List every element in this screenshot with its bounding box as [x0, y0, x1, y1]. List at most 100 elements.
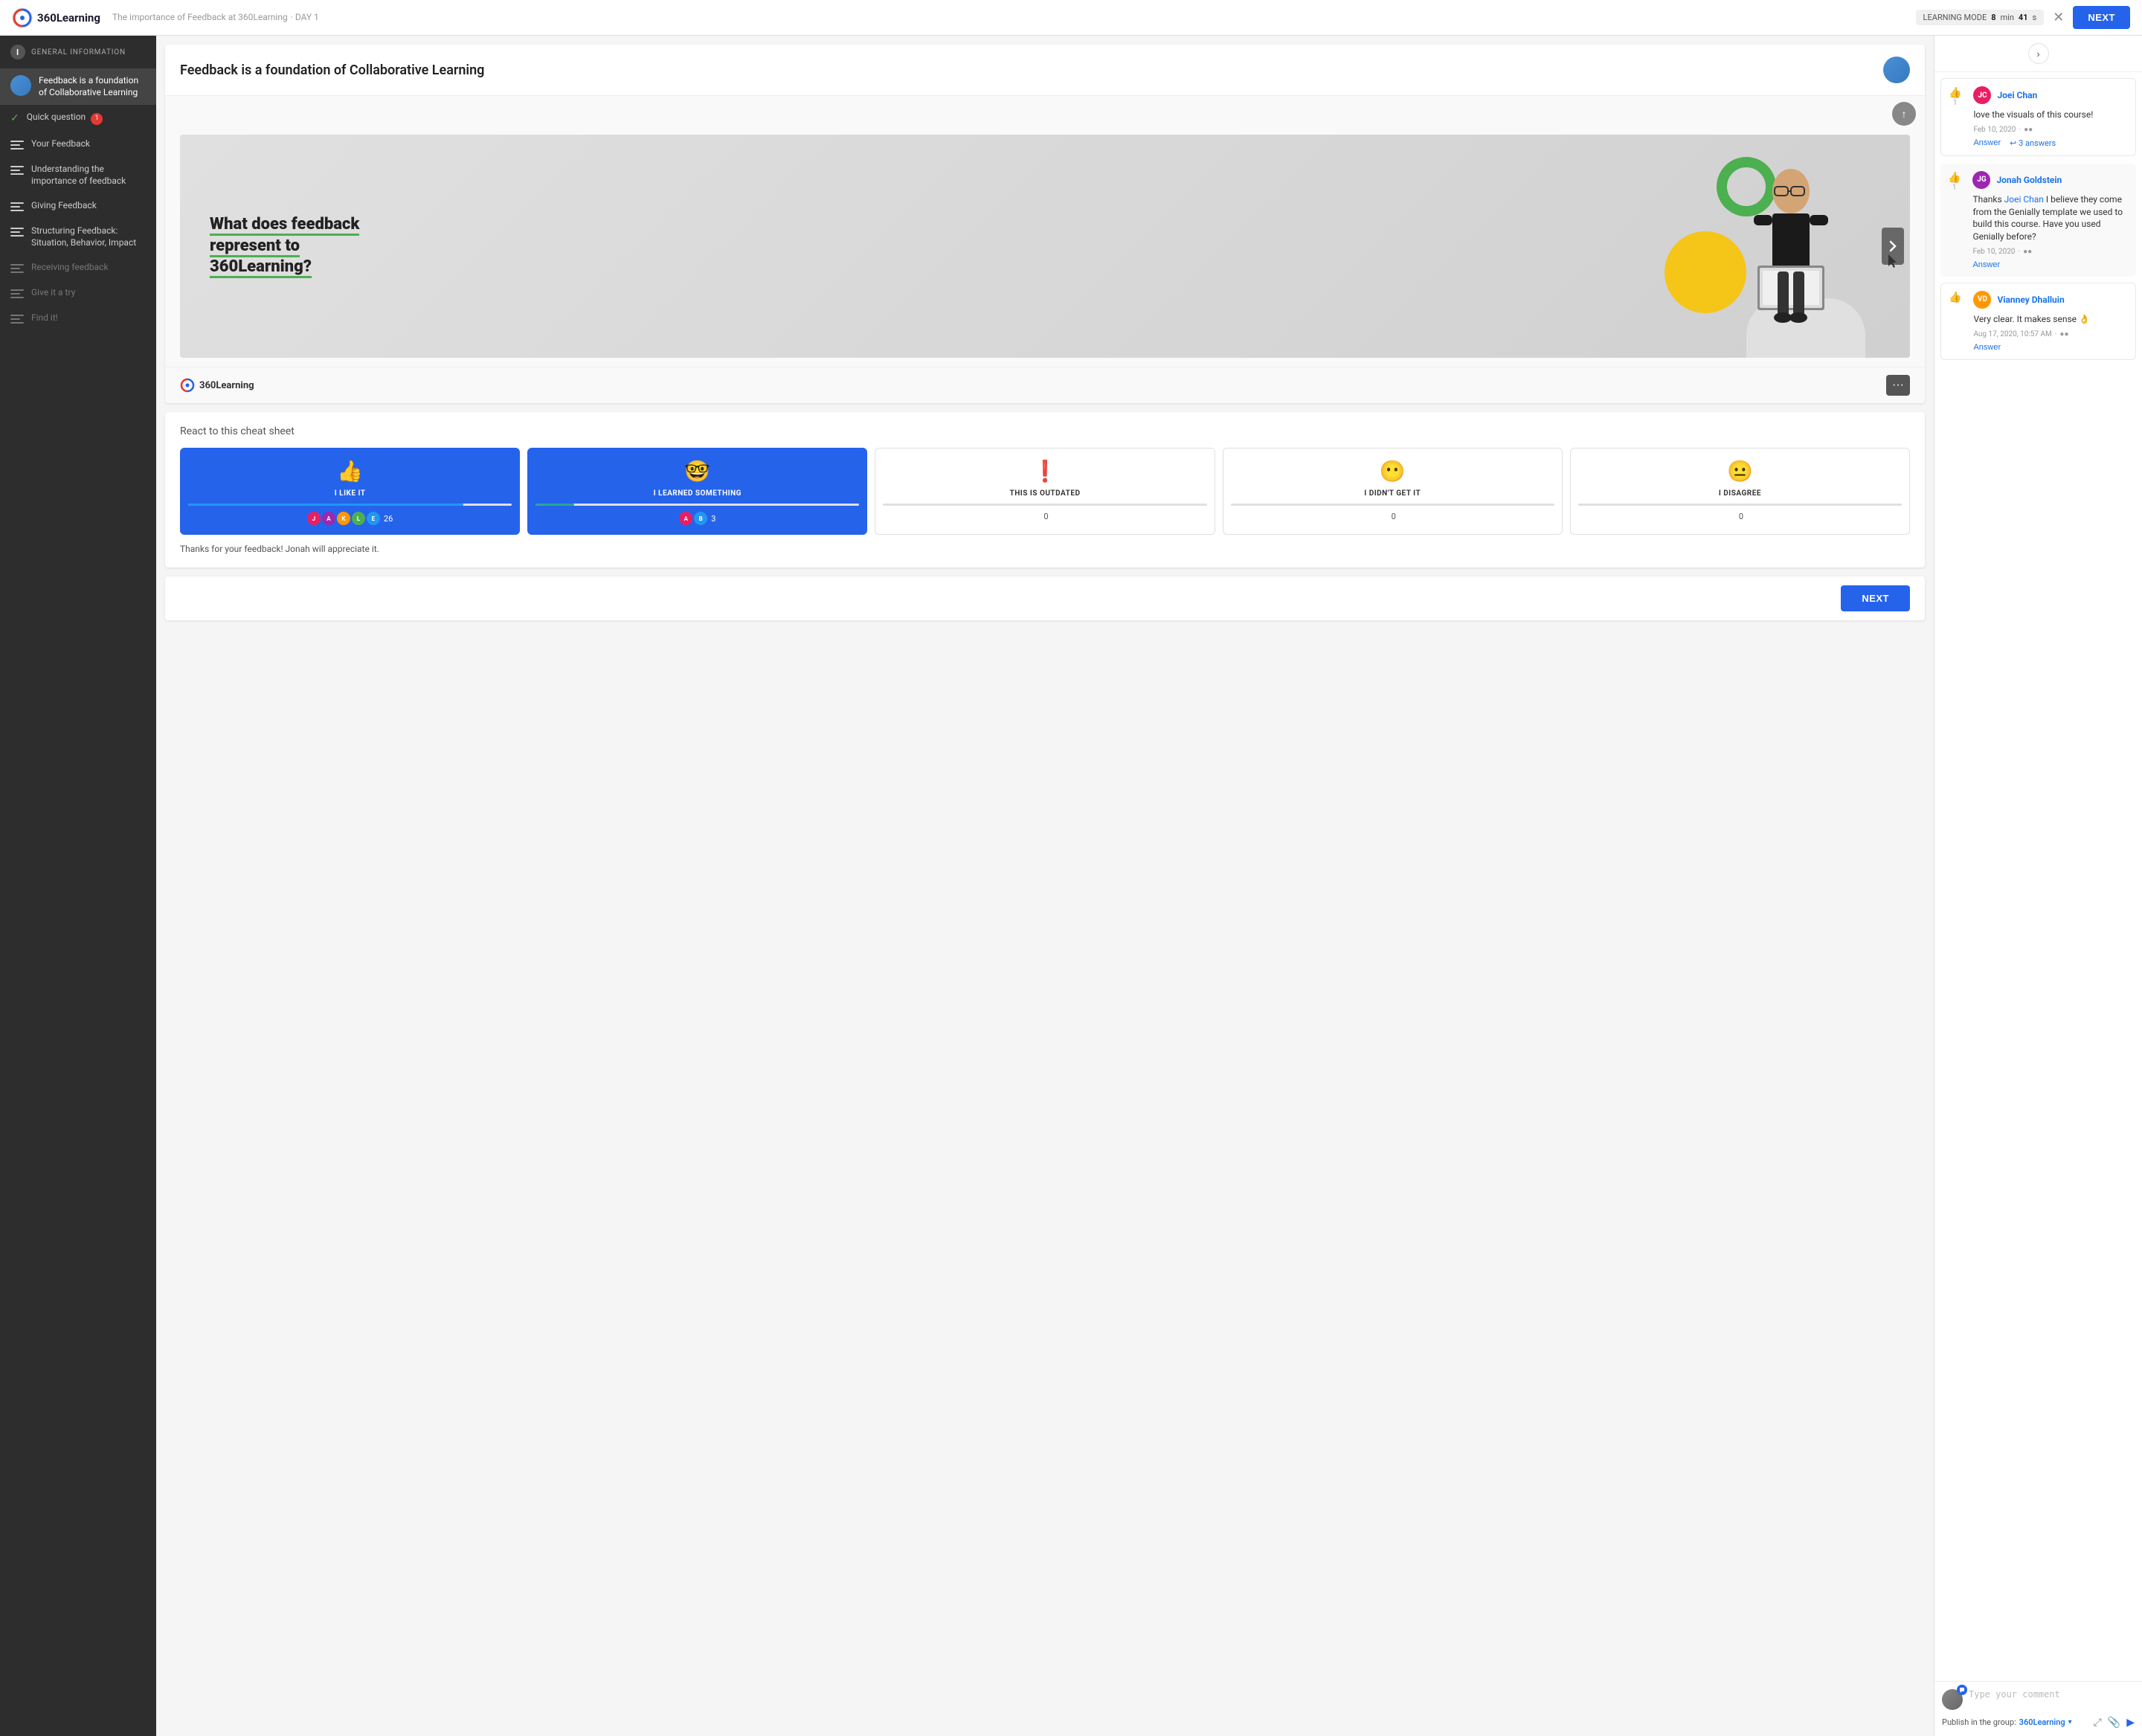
next-button-bottom[interactable]: NEXT [1841, 585, 1910, 611]
sidebar-avatar [10, 75, 31, 96]
comment-row: 👍 1 JC Joei Chan love the visuals of thi… [1949, 86, 2128, 148]
comment-body: love the visuals of this course! [1973, 109, 2128, 121]
slide-footer: 360Learning ··· [165, 367, 1925, 403]
logo: 360Learning [12, 7, 100, 28]
reaction-card-outdated[interactable]: ❗ THIS IS OUTDATED 0 [875, 448, 1215, 535]
reaction-count-learned: 3 [711, 514, 715, 524]
reaction-bar-fill-like [188, 504, 463, 506]
comment-input[interactable] [1969, 1689, 2135, 1710]
more-options-button[interactable]: ··· [1886, 375, 1910, 396]
sidebar-item-your-feedback[interactable]: Your Feedback [0, 132, 156, 157]
like-button[interactable]: 👍 [1948, 171, 1961, 184]
sidebar-item-quick-question[interactable]: ✓ Quick question 1 [0, 105, 156, 132]
reaction-avatars-like: J A K L E 26 [307, 512, 393, 525]
reaction-card-like[interactable]: 👍 I LIKE IT J A K L E 26 [180, 448, 520, 535]
mini-avatar: E [367, 512, 380, 525]
reaction-count-disagree: 0 [1737, 512, 1743, 521]
reaction-bar-fill-learned [536, 504, 574, 506]
comment-author: Vianney Dhalluin [1997, 295, 2064, 305]
comment-row: 👍 VD Vianney Dhalluin Very clear. It mak… [1949, 291, 2128, 352]
list-icon [10, 314, 24, 324]
like-button[interactable]: 👍 [1949, 86, 1961, 99]
attach-button[interactable]: 📎 [2108, 1716, 2120, 1729]
sidebar-item-structuring[interactable]: Structuring Feedback: Situation, Behavio… [0, 219, 156, 255]
reaction-label-like: I LIKE IT [335, 489, 366, 498]
slide-next-arrow[interactable] [1882, 228, 1904, 265]
close-button[interactable]: ✕ [2053, 10, 2064, 25]
slide-question: What does feedback represent to 360Learn… [210, 214, 359, 278]
dots-icon: ●● [2059, 330, 2068, 338]
sidebar-item-collaborative-learning[interactable]: Feedback is a foundation of Collaborativ… [0, 68, 156, 105]
answer-button[interactable]: Answer [1973, 343, 2001, 352]
comment-header: VD Vianney Dhalluin [1973, 291, 2128, 309]
sidebar-general-info: i GENERAL INFORMATION [0, 36, 156, 68]
logo-icon [12, 7, 33, 28]
logo-text: 360Learning [37, 11, 100, 25]
like-button[interactable]: 👍 [1949, 291, 1961, 303]
expand-button[interactable]: ⤢ [2094, 1716, 2102, 1729]
topbar-right: LEARNING MODE 8 min 41 s ✕ NEXT [1916, 6, 2130, 29]
reaction-cards: 👍 I LIKE IT J A K L E 26 [180, 448, 1910, 535]
panel-toggle: › [1934, 36, 2142, 72]
answers-link[interactable]: ↩ 3 answers [2010, 138, 2056, 148]
reaction-card-didnt-get[interactable]: 😶 I DIDN'T GET IT 0 [1223, 448, 1563, 535]
reaction-emoji-didnt-get: 😶 [1380, 459, 1406, 483]
comment-content: VD Vianney Dhalluin Very clear. It makes… [1973, 291, 2128, 352]
slide-text-block: What does feedback represent to 360Learn… [210, 214, 359, 278]
reaction-card-disagree[interactable]: 😐 I DISAGREE 0 [1570, 448, 1910, 535]
comment-meta: Feb 10, 2020 · ●● [1973, 126, 2128, 134]
sidebar-item-give-it: Give it a try [0, 280, 156, 306]
chat-icon [1959, 1687, 1965, 1693]
slide-visual: What does feedback represent to 360Learn… [180, 135, 1910, 358]
comment-avatar: JG [1972, 171, 1990, 189]
sidebar-item-label: Find it! [31, 312, 58, 324]
react-title: React to this cheat sheet [180, 425, 1910, 437]
slide-section: Feedback is a foundation of Collaborativ… [165, 45, 1925, 403]
person-svg [1731, 161, 1850, 355]
answer-button[interactable]: Answer [1972, 260, 2000, 269]
list-icon [10, 165, 24, 176]
chevron-right-button[interactable]: › [2028, 43, 2049, 64]
sidebar-item-label: Giving Feedback [31, 200, 97, 212]
dots-icon: ●● [2023, 248, 2032, 256]
sidebar-item-label: Your Feedback [31, 138, 90, 150]
publish-label: Publish in the group: [1942, 1717, 2016, 1727]
reaction-bar-didnt-get [1231, 504, 1554, 506]
reaction-label-disagree: I DISAGREE [1719, 489, 1761, 498]
reaction-count-didnt-get: 0 [1389, 512, 1396, 521]
comment-meta: Aug 17, 2020, 10:57 AM · ●● [1973, 330, 2128, 338]
like-area: 👍 1 [1948, 171, 1961, 269]
sidebar-item-label: Structuring Feedback: Situation, Behavio… [31, 225, 146, 248]
publish-group[interactable]: 360Learning [2019, 1717, 2065, 1727]
reaction-emoji-like: 👍 [337, 459, 363, 483]
slide-author-avatar [1883, 57, 1910, 83]
footer-logo-text: 360Learning [199, 380, 254, 391]
thanks-text: Thanks for your feedback! Jonah will app… [180, 544, 1910, 554]
reaction-bar-disagree [1578, 504, 1902, 506]
reaction-bar-like [188, 504, 512, 506]
check-icon: ✓ [10, 112, 19, 124]
sidebar-item-label: Quick question 1 [27, 112, 103, 125]
like-count: 1 [1953, 99, 1958, 107]
mini-avatar: L [352, 512, 365, 525]
sidebar-item-giving-feedback[interactable]: Giving Feedback [0, 193, 156, 219]
comment-row: 👍 1 JG Jonah Goldstein Thanks Joei Chan … [1948, 171, 2129, 269]
person-illustration [1731, 161, 1850, 358]
sidebar-item-label: Understanding the importance of feedback [31, 164, 146, 187]
learning-mode-badge: LEARNING MODE 8 min 41 s [1916, 10, 2045, 25]
answer-button[interactable]: Answer [1973, 138, 2001, 147]
next-button-top[interactable]: NEXT [2073, 6, 2130, 29]
comment-header: JC Joei Chan [1973, 86, 2128, 104]
sidebar-item-understanding[interactable]: Understanding the importance of feedback [0, 157, 156, 193]
send-button[interactable]: ▶ [2126, 1716, 2135, 1729]
mini-avatar: A [322, 512, 335, 525]
topbar: 360Learning The importance of Feedback a… [0, 0, 2142, 36]
publish-row: Publish in the group: 360Learning ▾ ⤢ 📎 … [1942, 1716, 2135, 1729]
comment-author: Joei Chan [1997, 90, 2037, 100]
reaction-card-learned[interactable]: 🤓 I LEARNED SOMETHING A B 3 [527, 448, 867, 535]
list-icon [10, 202, 24, 212]
footer-logo-icon [180, 378, 195, 393]
scroll-up-button[interactable]: ↑ [1892, 102, 1916, 126]
like-count: 1 [1952, 184, 1957, 192]
sidebar-item-label: Feedback is a foundation of Collaborativ… [39, 75, 146, 98]
